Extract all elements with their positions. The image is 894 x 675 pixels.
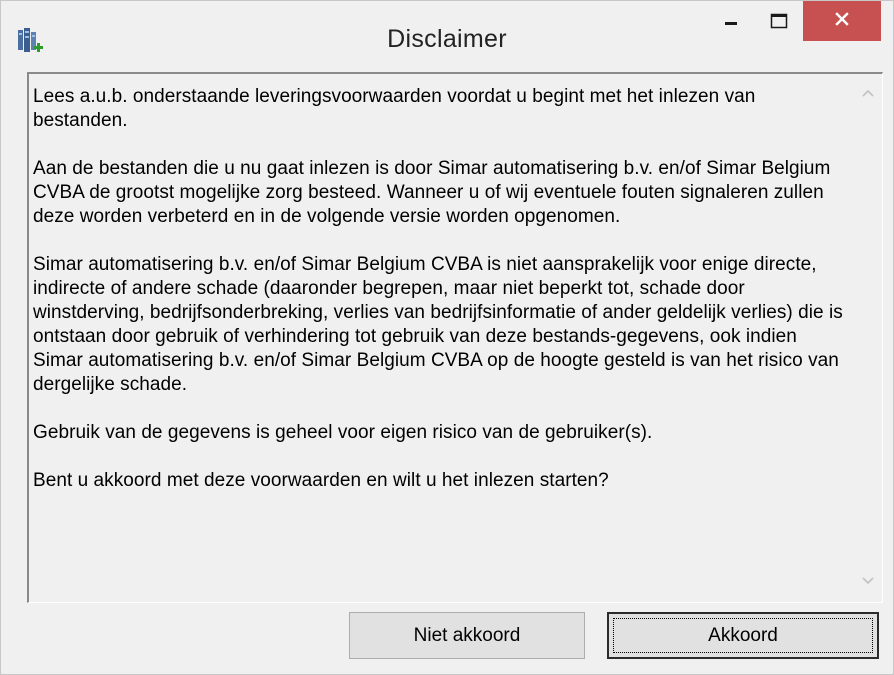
paragraph-intro: Lees a.u.b. onderstaande leveringsvoorwa… [33,86,756,131]
close-button[interactable] [803,1,881,41]
disclaimer-text-area[interactable]: Lees a.u.b. onderstaande leveringsvoorwa… [27,72,883,603]
accept-button[interactable]: Akkoord [607,612,879,659]
minimize-button[interactable] [707,1,755,45]
accept-button-label: Akkoord [708,624,778,646]
chevron-down-icon [861,573,875,591]
decline-button-label: Niet akkoord [413,624,521,646]
paragraph-liability: Simar automatisering b.v. en/of Simar Be… [33,254,843,395]
paragraph-risk: Gebruik van de gegevens is geheel voor e… [33,422,653,443]
title-bar[interactable]: Disclaimer [1,1,893,66]
paragraph-care: Aan de bestanden die u nu gaat inlezen i… [33,158,831,227]
maximize-icon [770,13,788,34]
vertical-scrollbar[interactable] [854,74,882,602]
minimize-icon [724,14,738,33]
scroll-up-button[interactable] [854,80,882,108]
paragraph-question: Bent u akkoord met deze voorwaarden en w… [33,470,609,491]
decline-button[interactable]: Niet akkoord [349,612,585,659]
chevron-up-icon [861,85,875,103]
close-icon [834,11,850,32]
scroll-down-button[interactable] [854,568,882,596]
maximize-button[interactable] [755,1,803,45]
disclaimer-text: Lees a.u.b. onderstaande leveringsvoorwa… [33,85,845,517]
disclaimer-dialog: Disclaimer Lees a.u.b. onderstaande leve… [0,0,894,675]
